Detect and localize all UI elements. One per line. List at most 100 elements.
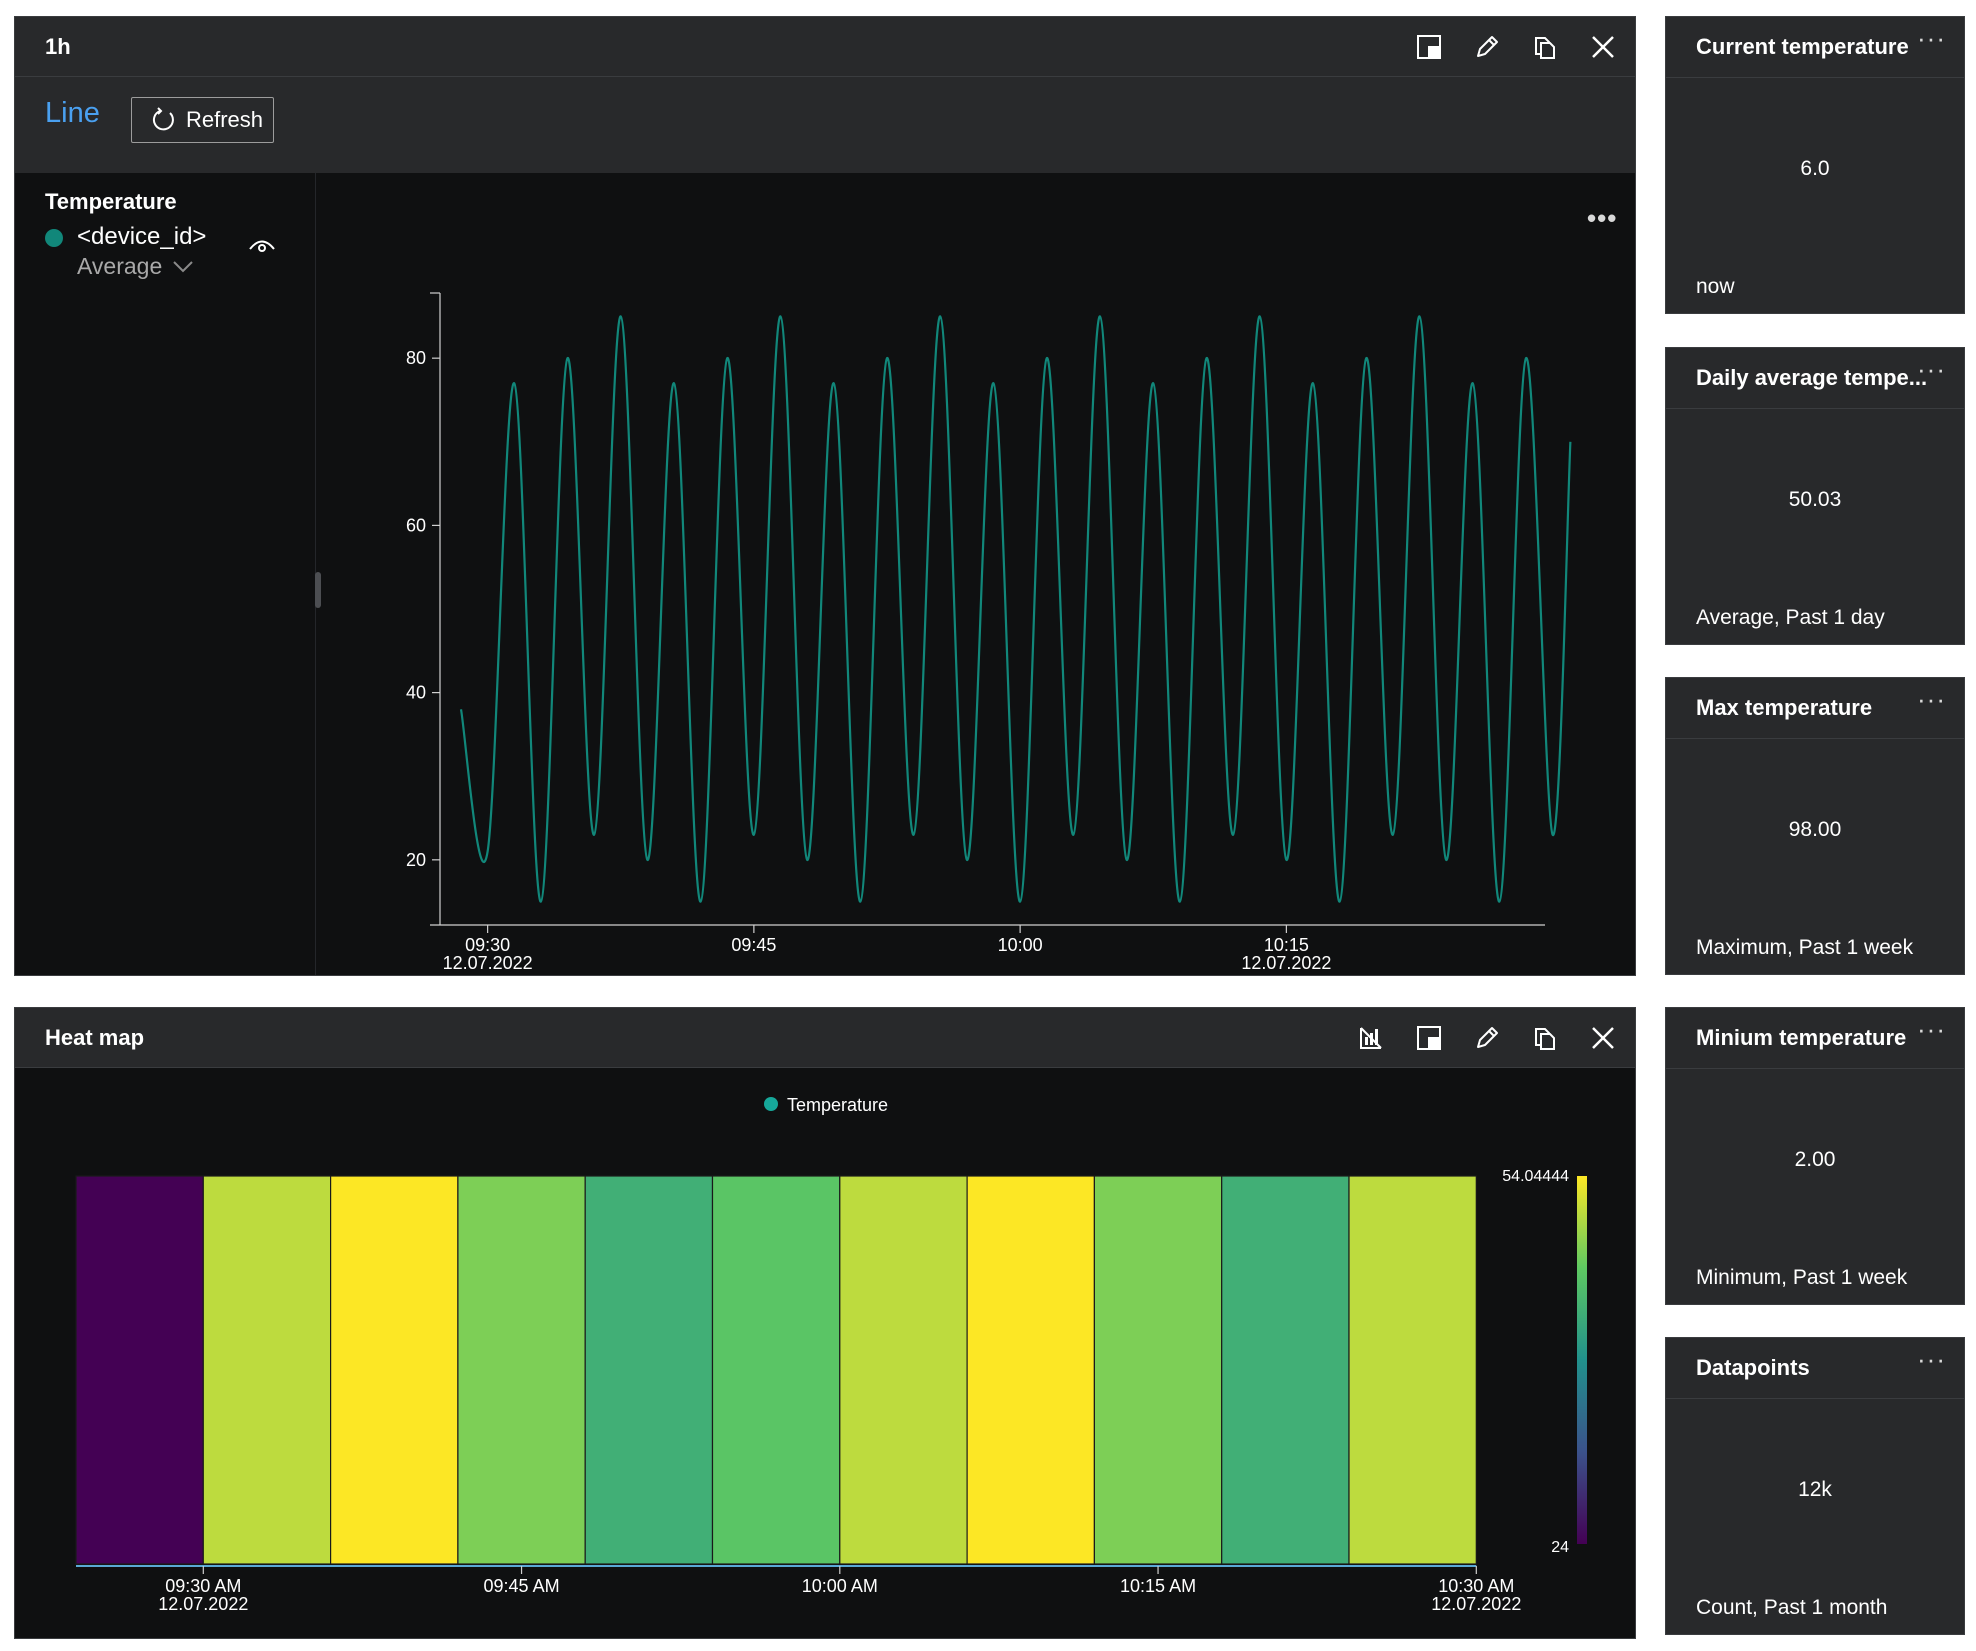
edit-button[interactable]	[1470, 1021, 1504, 1055]
card-header: Current temperature ···	[1666, 17, 1964, 78]
y-axis: 20 40 60 80	[406, 292, 441, 925]
card-subtitle: Count, Past 1 month	[1696, 1596, 1888, 1619]
y-tick-label: 40	[406, 683, 426, 703]
copy-icon	[1535, 37, 1555, 59]
card-value: 6.0	[1800, 157, 1830, 180]
close-icon	[1592, 1027, 1614, 1049]
x-tick-label: 10:15	[1264, 935, 1309, 955]
tile-title: 1h	[45, 34, 71, 59]
legend-pane: Temperature <device_id> Average	[15, 173, 316, 975]
chevron-down-icon	[173, 260, 193, 272]
metric-card[interactable]: Minium temperature ··· 2.00 Minimum, Pas…	[1665, 1007, 1965, 1305]
card-value: 98.00	[1788, 818, 1842, 841]
x-tick-date: 12.07.2022	[158, 1594, 248, 1614]
card-subtitle: Maximum, Past 1 week	[1696, 936, 1914, 959]
x-tick-label: 10:15 AM	[1120, 1576, 1196, 1596]
card-value: 12k	[1798, 1478, 1832, 1501]
edit-icon	[1477, 1027, 1498, 1048]
copy-icon	[1535, 1028, 1555, 1050]
series-color-dot	[45, 229, 63, 247]
copy-button[interactable]	[1528, 30, 1562, 64]
visibility-icon[interactable]	[247, 235, 277, 257]
legend-splitter[interactable]	[315, 572, 321, 608]
card-subtitle: now	[1696, 275, 1735, 298]
pop-out-icon	[1417, 1026, 1441, 1050]
heatmap-cell[interactable]	[839, 1175, 968, 1565]
pop-out-button[interactable]	[1412, 1021, 1446, 1055]
tile-header: Heat map	[15, 1008, 1635, 1068]
x-tick-label: 09:45	[731, 935, 776, 955]
metric-card[interactable]: Current temperature ··· 6.0 now	[1665, 16, 1965, 314]
heatmap-tile: Heat map Temperature 09:30 AM 12.07.2022 0…	[14, 1007, 1636, 1639]
scale-min-label: 24	[1551, 1539, 1569, 1556]
temperature-series-line	[459, 315, 1572, 903]
tile-title: Heat map	[45, 1025, 145, 1050]
metric-card[interactable]: Datapoints ··· 12k Count, Past 1 month	[1665, 1337, 1965, 1635]
line-chart-tile: 1h Line Refresh Temperature <device_id> …	[14, 16, 1636, 976]
heatmap-cell[interactable]	[1221, 1175, 1350, 1565]
heatmap-cell[interactable]	[330, 1175, 459, 1565]
heatmap-cell[interactable]	[457, 1175, 586, 1565]
heatmap-chart: Temperature 09:30 AM12.07.202209:45 AM 10…	[75, 1095, 1587, 1614]
heatmap-legend-dot	[764, 1097, 778, 1111]
heatmap-cell[interactable]	[202, 1175, 332, 1565]
card-header: Max temperature ···	[1666, 678, 1964, 739]
metric-card[interactable]: Daily average tempe... ··· 50.03 Average…	[1665, 347, 1965, 645]
copy-button[interactable]	[1528, 1021, 1562, 1055]
chart-mode-tab[interactable]: Line	[45, 97, 100, 130]
x-tick-label: 09:30 AM	[165, 1576, 241, 1596]
card-header: Minium temperature ···	[1666, 1008, 1964, 1069]
heatmap-cell[interactable]	[966, 1175, 1095, 1565]
card-value: 50.03	[1788, 488, 1842, 511]
legend-series-name[interactable]: <device_id>	[77, 223, 206, 251]
y-tick-label: 80	[406, 348, 426, 368]
close-button[interactable]	[1586, 1021, 1620, 1055]
aggregation-label: Average	[77, 253, 163, 279]
y-tick-label: 20	[406, 850, 426, 870]
refresh-label: Refresh	[186, 107, 264, 132]
chart-toolbar: Line Refresh	[15, 77, 1635, 173]
card-value: 2.00	[1794, 1148, 1836, 1171]
scale-max-label: 54.04444	[1502, 1168, 1569, 1185]
card-title: Max temperature	[1696, 695, 1873, 720]
card-header: Datapoints ···	[1666, 1338, 1964, 1399]
heatmap-cell[interactable]	[711, 1175, 841, 1565]
heatmap-cell[interactable]	[584, 1175, 714, 1565]
x-tick-date: 12.07.2022	[1241, 953, 1331, 973]
x-axis: 09:3012.07.202209:45 10:00 10:1512.07.2022	[430, 924, 1545, 973]
aggregation-dropdown[interactable]: Average	[77, 253, 194, 280]
edit-icon	[1477, 36, 1498, 57]
card-header: Daily average tempe... ···	[1666, 348, 1964, 409]
heatmap-cell[interactable]	[1093, 1175, 1223, 1565]
x-tick-label: 10:00 AM	[802, 1576, 878, 1596]
y-tick-label: 60	[406, 515, 426, 535]
card-title: Minium temperature	[1696, 1025, 1907, 1050]
heatmap-cell[interactable]	[1348, 1175, 1477, 1565]
card-more-icon[interactable]: ···	[1917, 23, 1946, 54]
card-subtitle: Average, Past 1 day	[1696, 606, 1885, 629]
close-icon	[1592, 36, 1614, 58]
tile-header: 1h	[15, 17, 1635, 77]
card-title: Datapoints	[1696, 1355, 1810, 1380]
heatmap-legend-label: Temperature	[787, 1095, 888, 1115]
x-tick-date: 12.07.2022	[443, 953, 533, 973]
edit-button[interactable]	[1470, 30, 1504, 64]
chart-settings-button[interactable]	[1354, 1021, 1388, 1055]
line-chart: 20406080 09:3012.07.202209:45 10:00 10:151…	[406, 292, 1572, 973]
refresh-icon	[152, 107, 174, 131]
refresh-button[interactable]: Refresh	[131, 97, 274, 143]
card-more-icon[interactable]: ···	[1917, 1014, 1946, 1045]
metric-card[interactable]: Max temperature ··· 98.00 Maximum, Past …	[1665, 677, 1965, 975]
x-tick-label: 09:45 AM	[484, 1576, 560, 1596]
close-button[interactable]	[1586, 30, 1620, 64]
pop-out-button[interactable]	[1412, 30, 1446, 64]
card-subtitle: Minimum, Past 1 week	[1696, 1266, 1908, 1289]
card-more-icon[interactable]: ···	[1917, 354, 1946, 385]
heatmap-x-axis: 09:30 AM12.07.202209:45 AM 10:00 AM 10:15 …	[76, 1565, 1521, 1614]
card-more-icon[interactable]: ···	[1917, 684, 1946, 715]
x-tick-label: 09:30	[465, 935, 510, 955]
x-tick-date: 12.07.2022	[1431, 1594, 1521, 1614]
chart-settings-icon	[1360, 1027, 1382, 1049]
heatmap-cell[interactable]	[75, 1175, 204, 1565]
card-more-icon[interactable]: ···	[1917, 1344, 1946, 1375]
